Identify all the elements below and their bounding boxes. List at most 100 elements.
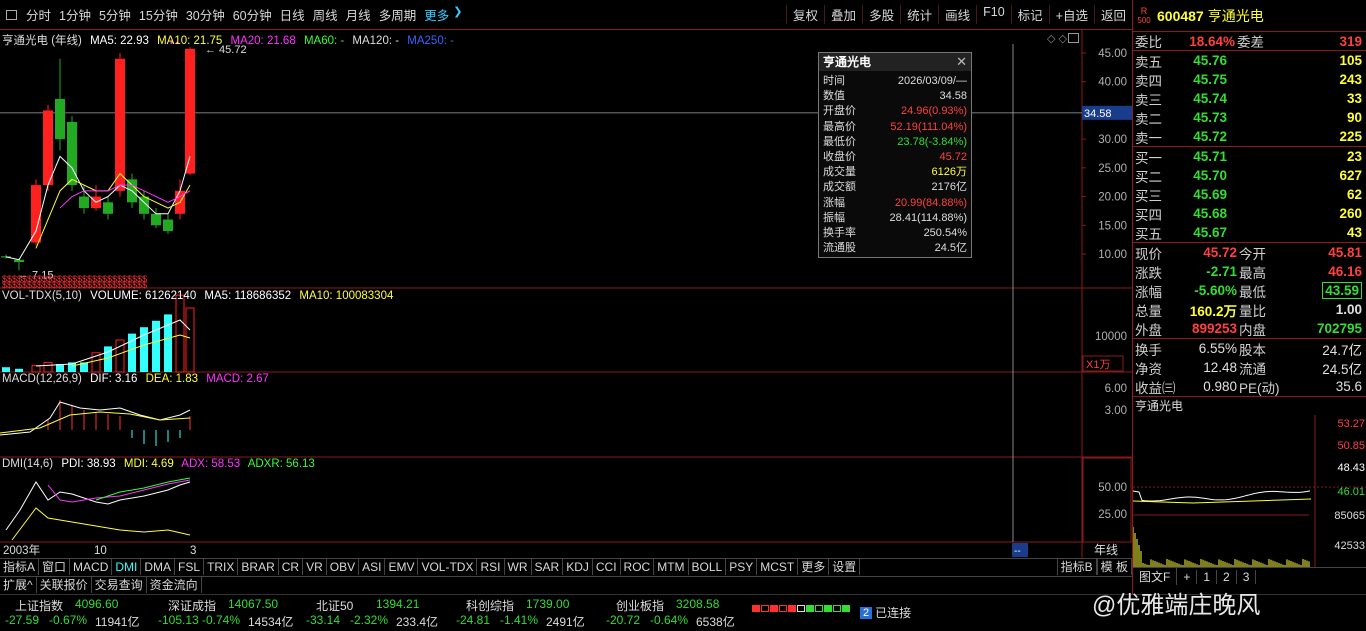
- chart-options-icon[interactable]: ◇ ◇: [1047, 32, 1067, 45]
- panel-tab-4[interactable]: 3: [1237, 569, 1257, 584]
- weibi-value: 18.64%: [1189, 33, 1235, 49]
- index-pct: -1.41%: [500, 613, 539, 627]
- bid-level-price: 45.70: [1193, 168, 1227, 183]
- indicator-tab-1[interactable]: 窗口: [39, 559, 71, 575]
- tool-btn-5[interactable]: F10: [976, 5, 1011, 24]
- more-arrow-icon[interactable]: ❯: [453, 5, 462, 24]
- legend-ma10: MA10: 21.75: [157, 35, 223, 47]
- period-btn-6[interactable]: 日线: [276, 5, 309, 24]
- panel-tab-2[interactable]: 1: [1197, 569, 1218, 584]
- tool-btn-6[interactable]: 标记: [1010, 5, 1049, 24]
- indicator-tab-18[interactable]: CCI: [593, 559, 621, 575]
- indicator-tab-17[interactable]: KDJ: [563, 559, 593, 575]
- panel-expand-icon[interactable]: [1068, 33, 1079, 43]
- indicator-tab-23[interactable]: MCST: [757, 559, 799, 575]
- indicator-tab-8[interactable]: CR: [279, 559, 304, 575]
- index-value: 14067.50: [228, 597, 279, 611]
- tool-btn-3[interactable]: 统计: [900, 5, 938, 24]
- indicator-tab-2[interactable]: MACD: [70, 559, 113, 575]
- template-tab-0[interactable]: 指标B: [1056, 559, 1097, 575]
- tool-btn-2[interactable]: 多股: [862, 5, 900, 24]
- xaxis-cursor-label: --: [1014, 546, 1021, 557]
- macd-macd: MACD: 2.67: [206, 373, 269, 385]
- indicator-tab-10[interactable]: OBV: [327, 559, 360, 575]
- tool-btn-8[interactable]: 返回: [1093, 5, 1132, 24]
- adx-line: [47, 479, 191, 503]
- fund-value2: 35.6: [1335, 379, 1362, 394]
- indicator-tab-6[interactable]: TRIX: [204, 559, 239, 575]
- index-value: 1394.21: [376, 597, 420, 611]
- period-btn-7[interactable]: 周线: [309, 5, 342, 24]
- indicator-tab-19[interactable]: ROC: [621, 559, 655, 575]
- indicator-tab-25[interactable]: 设置: [829, 559, 861, 575]
- index-name[interactable]: 深证成指: [168, 597, 216, 614]
- popup-key: 流通股: [823, 242, 856, 255]
- indicator-tab-21[interactable]: BOLL: [689, 559, 727, 575]
- bid-level: 买五 45.67 43: [1135, 223, 1366, 242]
- stat-value: -5.60%: [1194, 283, 1237, 298]
- candle-body: [185, 48, 195, 174]
- period-btn-1[interactable]: 1分钟: [55, 5, 95, 24]
- tool-btn-7[interactable]: +自选: [1048, 5, 1094, 24]
- ext-tab-1[interactable]: 关联报价: [37, 577, 92, 593]
- tool-btn-0[interactable]: 复权: [786, 5, 824, 24]
- indicator-tab-5[interactable]: FSL: [175, 559, 205, 575]
- period-btn-0[interactable]: 分时: [22, 5, 55, 24]
- ext-tab-2[interactable]: 交易查询: [92, 577, 147, 593]
- indicator-tab-22[interactable]: PSY: [726, 559, 758, 575]
- ytick-label: 30.00: [1098, 134, 1127, 146]
- indicator-tab-15[interactable]: WR: [505, 559, 532, 575]
- period-btn-8[interactable]: 月线: [342, 5, 375, 24]
- vol-ma10: MA10: 100083304: [299, 290, 394, 302]
- macd-dif: DIF: 3.16: [90, 373, 138, 385]
- indicator-tab-0[interactable]: 指标A: [0, 559, 40, 575]
- volume-bar: [31, 365, 41, 373]
- panel-tab-3[interactable]: 2: [1217, 569, 1237, 584]
- index-name[interactable]: 创业板指: [616, 597, 664, 614]
- ask-level-price: 45.72: [1193, 129, 1227, 144]
- close-icon[interactable]: ✕: [956, 53, 967, 71]
- stat-row: 总量 160.2万 量比 1.00: [1135, 300, 1366, 319]
- indicator-tab-24[interactable]: 更多: [798, 559, 830, 575]
- fundamental-row: 换手 6.55% 股本 24.7亿: [1135, 339, 1366, 358]
- ext-tab-3[interactable]: 资金流向: [147, 577, 202, 593]
- ytick-label: 40.00: [1098, 77, 1127, 89]
- intraday-mini-chart[interactable]: 53.27 50.85 48.43 46.01 85065 42533: [1133, 415, 1366, 567]
- period-btn-4[interactable]: 30分钟: [182, 5, 229, 24]
- stock-name: 亨通光电: [1207, 7, 1264, 24]
- index-name[interactable]: 科创综指: [466, 597, 514, 614]
- ext-tab-0[interactable]: 扩展^: [0, 577, 37, 593]
- indicator-tab-20[interactable]: MTM: [654, 559, 689, 575]
- tool-btn-1[interactable]: 叠加: [824, 5, 862, 24]
- stat-row: 外盘 899253 内盘 702795: [1135, 319, 1366, 338]
- indicator-tab-12[interactable]: EMV: [385, 559, 419, 575]
- period-btn-5[interactable]: 60分钟: [229, 5, 276, 24]
- tool-btn-4[interactable]: 画线: [938, 5, 976, 24]
- connection-status[interactable]: 2 已连接: [860, 604, 911, 621]
- popup-value: 24.5亿: [934, 242, 967, 255]
- period-btn-9[interactable]: 多周期: [375, 5, 421, 24]
- stock-code: 600487: [1157, 7, 1204, 24]
- panel-tab-1[interactable]: +: [1177, 569, 1198, 584]
- indicator-tab-7[interactable]: BRAR: [238, 559, 279, 575]
- period-btn-2[interactable]: 5分钟: [95, 5, 135, 24]
- period-btn-3[interactable]: 15分钟: [135, 5, 182, 24]
- indicator-tab-9[interactable]: VR: [303, 559, 327, 575]
- indicator-tab-11[interactable]: ASI: [359, 559, 386, 575]
- fund-label2: PE(动): [1239, 380, 1280, 396]
- fund-value: 6.55%: [1198, 341, 1237, 356]
- indicator-tab-16[interactable]: SAR: [532, 559, 564, 575]
- indicator-tab-13[interactable]: VOL-TDX: [418, 559, 478, 575]
- indicator-tab-14[interactable]: RSI: [477, 559, 505, 575]
- index-name[interactable]: 上证指数: [15, 597, 63, 614]
- window-toggle-icon[interactable]: [0, 9, 22, 20]
- template-tab-1[interactable]: 模 板: [1096, 559, 1132, 575]
- indicator-tab-4[interactable]: DMA: [141, 559, 176, 575]
- pdi-line: [5, 481, 191, 531]
- ytick-label: 25.00: [1098, 163, 1127, 175]
- index-name[interactable]: 北证50: [316, 597, 353, 614]
- indicator-tab-3[interactable]: DMI: [112, 559, 142, 575]
- panel-tab-0[interactable]: 图文F: [1133, 568, 1178, 585]
- period-btn-10[interactable]: 更多: [420, 5, 453, 24]
- popup-value: 34.58: [939, 90, 967, 103]
